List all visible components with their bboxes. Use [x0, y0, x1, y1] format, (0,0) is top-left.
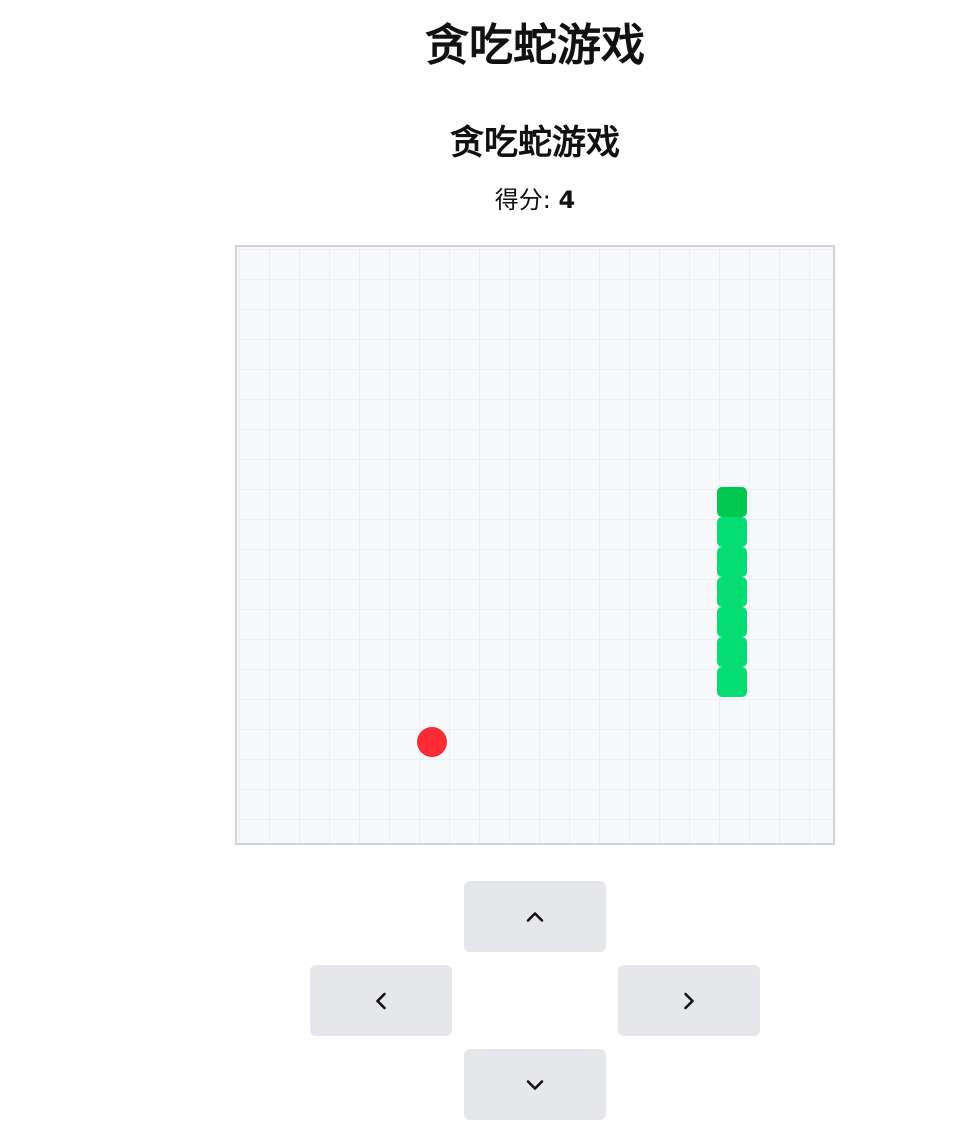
chevron-right-icon: [684, 992, 694, 1009]
score-display: 得分: 4: [0, 182, 971, 218]
snake-segment: [717, 577, 747, 607]
right-button[interactable]: [618, 965, 760, 1036]
snake-segment: [717, 547, 747, 577]
snake-segment: [717, 517, 747, 547]
snake-segment: [717, 667, 747, 697]
left-button[interactable]: [310, 965, 452, 1036]
score-label: 得分:: [494, 186, 559, 214]
chevron-down-icon: [526, 1079, 544, 1090]
chevron-left-icon: [376, 992, 386, 1009]
chevron-up-icon: [526, 911, 544, 922]
food: [417, 727, 447, 757]
game-title: 贪吃蛇游戏: [450, 123, 620, 163]
snake-segment: [717, 607, 747, 637]
score-value: 4: [558, 186, 576, 214]
page-title: 贪吃蛇游戏: [425, 20, 645, 71]
up-button[interactable]: [464, 881, 606, 952]
game-board[interactable]: [235, 245, 835, 845]
snake-head: [717, 487, 747, 517]
down-button[interactable]: [464, 1049, 606, 1120]
snake-segment: [717, 637, 747, 667]
